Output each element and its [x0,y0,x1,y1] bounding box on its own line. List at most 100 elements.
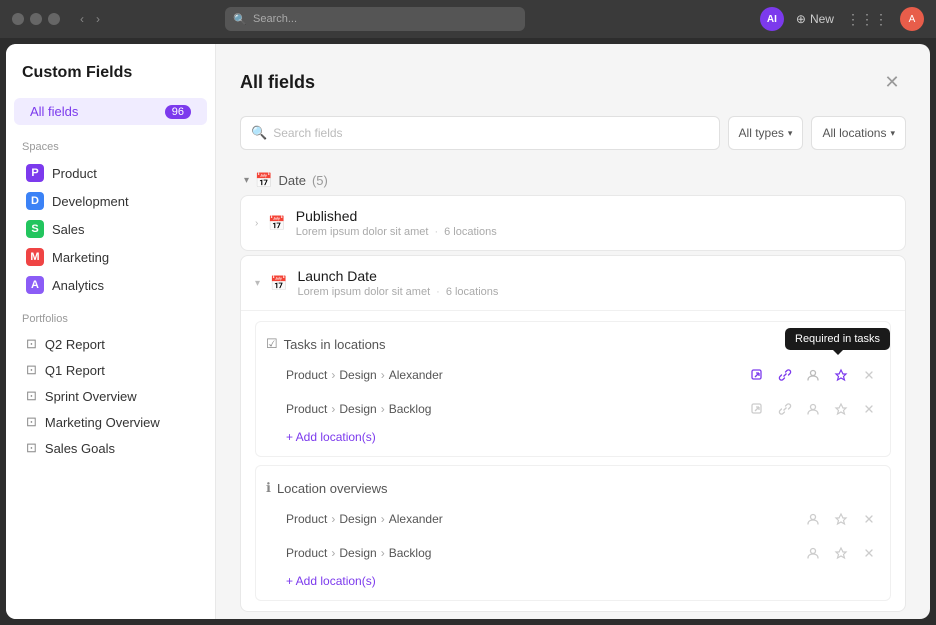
published-dot: · [434,226,438,238]
development-icon: D [26,192,44,210]
filters-row: 🔍 Search fields All types ▾ All location… [240,116,906,150]
date-field-group: ▾ 📅 Date (5) › 📅 Published Lorem ipsum d… [240,166,906,612]
launch-date-locations: 6 locations [446,286,499,298]
ov-remove-icon-2[interactable] [858,542,880,564]
q2-label: Q2 Report [45,337,105,352]
sidebar-item-q2[interactable]: ⊡ Q2 Report [10,331,211,357]
tasks-path-1: Product › Design › Alexander [286,368,746,382]
arrow-2: › [381,368,385,382]
ai-badge[interactable]: AI [760,7,784,31]
tasks-location-row-1: Product › Design › Alexander Required in… [266,358,880,392]
overviews-location-2-actions [802,542,880,564]
user-icon-2[interactable] [802,398,824,420]
ov-pin-icon-1[interactable] [830,508,852,530]
ov-pin-icon-2[interactable] [830,542,852,564]
content-area: All fields ✕ 🔍 Search fields All types ▾… [216,44,930,619]
launch-date-field-name: Launch Date [297,268,891,284]
sidebar-item-analytics[interactable]: A Analytics [10,271,211,299]
traffic-light-close [12,13,24,25]
titlebar-search[interactable]: 🔍 Search... [225,7,525,31]
analytics-label: Analytics [52,278,104,293]
open-icon-1[interactable] [746,364,768,386]
portfolio-icon-q2: ⊡ [26,336,37,352]
page-title: All fields [240,72,315,93]
sidebar-item-marketing-ov[interactable]: ⊡ Marketing Overview [10,409,211,435]
link-icon-1[interactable] [774,364,796,386]
nav-arrows: ‹ › [76,10,104,28]
published-field-card: › 📅 Published Lorem ipsum dolor sit amet… [240,195,906,251]
sidebar-all-fields[interactable]: All fields 96 [14,98,207,125]
overviews-section-label: Location overviews [277,481,388,496]
sales-icon: S [26,220,44,238]
published-locations: 6 locations [444,226,497,238]
location-filter-button[interactable]: All locations ▾ [811,116,906,150]
new-button[interactable]: ⊕ New [796,12,834,26]
traffic-light-minimize [30,13,42,25]
published-expand-icon[interactable]: › [255,218,258,229]
info-icon: ℹ [266,480,271,496]
date-group-header[interactable]: ▾ 📅 Date (5) [240,166,906,195]
overviews-location-row-1: Product › Design › Alexander [266,502,880,536]
location-filter-chevron: ▾ [890,128,895,139]
product-label: Product [52,166,97,181]
back-button[interactable]: ‹ [76,10,88,28]
sidebar-item-sales[interactable]: S Sales [10,215,211,243]
portfolio-icon-q1: ⊡ [26,362,37,378]
sidebar-item-product[interactable]: P Product [10,159,211,187]
ov-remove-icon-1[interactable] [858,508,880,530]
remove-icon-1[interactable] [858,364,880,386]
marketing-icon: M [26,248,44,266]
launch-date-field-meta: Lorem ipsum dolor sit amet · 6 locations [297,286,891,298]
all-fields-count: 96 [165,105,191,119]
date-group-calendar-icon: 📅 [255,172,272,189]
ov-user-icon-2[interactable] [802,542,824,564]
link-icon-2[interactable] [774,398,796,420]
type-filter-button[interactable]: All types ▾ [728,116,804,150]
product-icon: P [26,164,44,182]
search-fields-input[interactable]: 🔍 Search fields [240,116,720,150]
published-field-meta: Lorem ipsum dolor sit amet · 6 locations [296,226,891,238]
pin-icon-2[interactable] [830,398,852,420]
published-field-main: › 📅 Published Lorem ipsum dolor sit amet… [241,196,905,250]
open-icon-2[interactable] [746,398,768,420]
tasks-add-location-button[interactable]: + Add location(s) [266,426,376,448]
pin-icon-1[interactable] [830,364,852,386]
remove-icon-2[interactable] [858,398,880,420]
clock-icon: ⊕ [796,12,806,26]
type-filter-chevron: ▾ [788,128,793,139]
date-group-chevron: ▾ [244,175,249,186]
sidebar-item-development[interactable]: D Development [10,187,211,215]
launch-date-field-card: ▾ 📅 Launch Date Lorem ipsum dolor sit am… [240,255,906,612]
overviews-section-header: ℹ Location overviews [266,474,880,502]
launch-date-dot: · [436,286,440,298]
portfolio-icon-sales: ⊡ [26,440,37,456]
sidebar-item-sprint[interactable]: ⊡ Sprint Overview [10,383,211,409]
tasks-in-locations-section: ☑ Tasks in locations Product › Design › … [255,321,891,457]
published-field-info: Published Lorem ipsum dolor sit amet · 6… [296,208,891,238]
arrow-3: › [331,402,335,416]
ov-user-icon-1[interactable] [802,508,824,530]
forward-button[interactable]: › [92,10,104,28]
launch-date-expand-icon[interactable]: ▾ [255,278,260,289]
grid-icon[interactable]: ⋮⋮⋮ [846,11,888,28]
user-icon-1[interactable] [802,364,824,386]
search-icon: 🔍 [233,13,247,26]
overviews-path-2: Product › Design › Backlog [286,546,802,560]
overviews-add-location-button[interactable]: + Add location(s) [266,570,376,592]
arrow-1: › [331,368,335,382]
sales-goals-label: Sales Goals [45,441,115,456]
marketing-ov-label: Marketing Overview [45,415,160,430]
content-header: All fields ✕ [240,68,906,96]
search-fields-placeholder: Search fields [273,126,342,140]
published-calendar-icon: 📅 [268,215,285,232]
close-button[interactable]: ✕ [878,68,906,96]
tasks-location-row-2: Product › Design › Backlog [266,392,880,426]
date-group-title: Date [278,173,305,188]
user-avatar[interactable]: A [900,7,924,31]
tasks-location-1-actions: Required in tasks [746,364,880,386]
q1-label: Q1 Report [45,363,105,378]
sidebar-item-sales-goals[interactable]: ⊡ Sales Goals [10,435,211,461]
sidebar-item-q1[interactable]: ⊡ Q1 Report [10,357,211,383]
sidebar-item-marketing[interactable]: M Marketing [10,243,211,271]
sidebar: Custom Fields All fields 96 Spaces P Pro… [6,44,216,619]
